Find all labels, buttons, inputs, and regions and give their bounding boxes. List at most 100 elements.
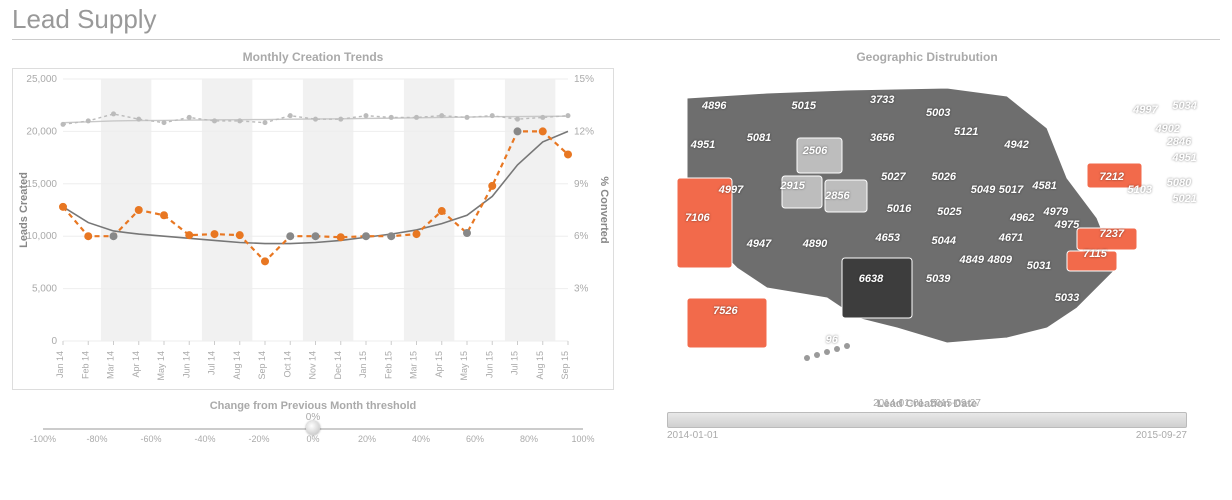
state-value-label: 4849 <box>960 254 984 266</box>
svg-text:Jun 14: Jun 14 <box>181 351 191 378</box>
state-value-label: 7106 <box>685 212 709 224</box>
svg-text:Mar 15: Mar 15 <box>409 351 419 379</box>
state-value-label: 5049 <box>971 184 995 196</box>
svg-text:Feb 15: Feb 15 <box>383 351 393 379</box>
svg-text:15%: 15% <box>574 74 594 85</box>
svg-text:15,000: 15,000 <box>26 179 57 190</box>
state-value-label: 4979 <box>1044 206 1068 218</box>
threshold-tick: 100% <box>571 434 594 444</box>
threshold-knob[interactable] <box>306 421 320 435</box>
state-value-label: 96 <box>826 334 838 346</box>
state-value-label: 2856 <box>825 190 849 202</box>
svg-text:Jul 15: Jul 15 <box>510 351 520 375</box>
state-value-label: 4962 <box>1010 212 1034 224</box>
state-value-label: 5015 <box>792 100 816 112</box>
state-value-label: 6638 <box>859 273 883 285</box>
threshold-tick: 20% <box>358 434 376 444</box>
date-slider-track[interactable] <box>667 412 1187 428</box>
state-value-label: 4890 <box>803 238 827 250</box>
svg-text:10,000: 10,000 <box>26 231 57 242</box>
threshold-slider-block: Change from Previous Month threshold 0% … <box>43 400 583 444</box>
state-value-label: 3656 <box>870 132 894 144</box>
svg-text:12%: 12% <box>574 126 594 137</box>
svg-text:Feb 14: Feb 14 <box>80 351 90 379</box>
state-value-label: 2846 <box>1167 136 1191 148</box>
state-value-label: 5033 <box>1055 292 1079 304</box>
state-value-label: 4975 <box>1055 219 1079 231</box>
state-value-label: 5103 <box>1128 184 1152 196</box>
state-value-label: 5081 <box>747 132 771 144</box>
date-slider-block: Lead Creation Date 2014-01-01..2015-09-2… <box>667 398 1187 441</box>
state-value-label: 4653 <box>876 232 900 244</box>
svg-text:Jul 14: Jul 14 <box>207 351 217 375</box>
svg-text:Aug 15: Aug 15 <box>535 351 545 380</box>
monthly-title: Monthly Creation Trends <box>243 50 384 64</box>
svg-text:6%: 6% <box>574 231 589 242</box>
svg-text:0: 0 <box>51 336 57 347</box>
svg-text:9%: 9% <box>574 179 589 190</box>
geo-title: Geographic Distrubution <box>856 50 997 64</box>
svg-text:Leads Created: Leads Created <box>18 172 30 248</box>
state-value-label: 7237 <box>1100 228 1124 240</box>
state-value-label: 4951 <box>691 139 715 151</box>
threshold-tick: 40% <box>412 434 430 444</box>
state-value-label: 5121 <box>954 126 978 138</box>
state-value-label: 5039 <box>926 273 950 285</box>
state-value-label: 3733 <box>870 94 894 106</box>
svg-text:Dec 14: Dec 14 <box>333 351 343 380</box>
svg-text:Nov 14: Nov 14 <box>308 351 318 380</box>
svg-text:Jan 15: Jan 15 <box>358 351 368 378</box>
monthly-chart[interactable]: 0 5,000 10,000 15,000 20,000 25,000 3% 6% 9% 12% 1… <box>12 68 614 390</box>
threshold-tick: -60% <box>140 434 161 444</box>
threshold-tick: -80% <box>86 434 107 444</box>
state-value-label: 7212 <box>1100 171 1124 183</box>
page-title: Lead Supply <box>12 4 1220 35</box>
threshold-slider[interactable]: 0% -100%-80%-60%-40%-20%0%20%40%60%80%10… <box>43 414 583 444</box>
state-value-label: 2506 <box>803 145 827 157</box>
state-value-label: 5025 <box>937 206 961 218</box>
state-value-label: 2915 <box>780 180 804 192</box>
svg-text:Apr 14: Apr 14 <box>131 351 141 378</box>
state-value-label: 4997 <box>719 184 743 196</box>
svg-text:Apr 15: Apr 15 <box>434 351 444 378</box>
date-end: 2015-09-27 <box>1136 430 1187 441</box>
date-start: 2014-01-01 <box>667 430 718 441</box>
state-value-label: 5003 <box>926 107 950 119</box>
threshold-tick: 80% <box>520 434 538 444</box>
threshold-tick: -20% <box>248 434 269 444</box>
state-value-label: 7526 <box>713 305 737 317</box>
state-value-label: 5044 <box>932 235 956 247</box>
state-value-label: 5021 <box>1172 193 1196 205</box>
state-value-label: 5034 <box>1172 100 1196 112</box>
state-value-label: 5016 <box>887 203 911 215</box>
threshold-tick: 60% <box>466 434 484 444</box>
svg-text:5,000: 5,000 <box>32 284 57 295</box>
date-range-label: 2014-01-01..2015-09-27 <box>667 398 1187 409</box>
svg-text:% Converted: % Converted <box>598 176 610 243</box>
svg-text:20,000: 20,000 <box>26 126 57 137</box>
state-value-label: 5031 <box>1027 260 1051 272</box>
threshold-tick: -40% <box>194 434 215 444</box>
state-value-label: 7115 <box>1083 248 1107 260</box>
state-value-label: 4942 <box>1004 139 1028 151</box>
threshold-tick: -100% <box>30 434 56 444</box>
svg-text:Mar 14: Mar 14 <box>106 351 116 379</box>
state-value-label: 4671 <box>999 232 1023 244</box>
state-value-label: 5017 <box>999 184 1023 196</box>
svg-text:Sep 15: Sep 15 <box>560 351 570 380</box>
state-value-label: 4581 <box>1032 180 1056 192</box>
threshold-title: Change from Previous Month threshold <box>43 400 583 412</box>
svg-text:May 14: May 14 <box>156 351 166 381</box>
svg-text:Jun 15: Jun 15 <box>484 351 494 378</box>
state-value-label: 4809 <box>988 254 1012 266</box>
state-value-label: 4951 <box>1172 152 1196 164</box>
svg-text:3%: 3% <box>574 284 589 295</box>
svg-text:Sep 14: Sep 14 <box>257 351 267 380</box>
svg-text:25,000: 25,000 <box>26 74 57 85</box>
svg-text:Aug 14: Aug 14 <box>232 351 242 380</box>
state-value-label: 4896 <box>702 100 726 112</box>
geo-map[interactable]: 4896 5015 3733 5003 4951 5081 2506 3656 5121 4942… <box>647 68 1207 388</box>
state-value-label: 4902 <box>1156 123 1180 135</box>
state-value-label: 4997 <box>1133 104 1157 116</box>
state-value-label: 4947 <box>747 238 771 250</box>
